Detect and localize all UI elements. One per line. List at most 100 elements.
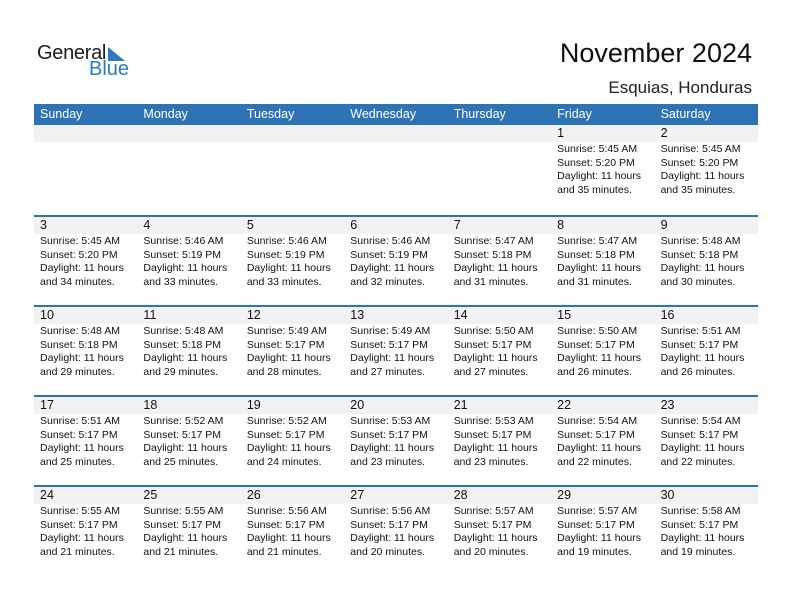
sunset-text: Sunset: 5:17 PM bbox=[660, 518, 739, 531]
daylight-text: Daylight: 11 hours bbox=[660, 352, 745, 365]
sunset-text: Sunset: 5:17 PM bbox=[350, 518, 428, 531]
sunrise-text: Sunrise: 5:52 AM bbox=[143, 415, 224, 427]
day-cell: 22 Sunrise: 5:54 AM Sunset: 5:17 PM Dayligh… bbox=[551, 397, 655, 485]
day-info: Sunrise: 5:48 AM Sunset: 5:18 PM Daylight:… bbox=[137, 324, 240, 379]
day-number: 4 bbox=[137, 217, 241, 234]
daylight-minutes-text: and 26 minutes. bbox=[557, 365, 632, 378]
day-info: Sunrise: 5:48 AM Sunset: 5:18 PM Daylight:… bbox=[34, 324, 137, 379]
day-info: Sunrise: 5:51 AM Sunset: 5:17 PM Daylight:… bbox=[34, 414, 137, 469]
day-number: 1 bbox=[551, 125, 655, 142]
daylight-minutes-text: and 25 minutes. bbox=[143, 455, 219, 468]
empty-day-band bbox=[344, 125, 448, 142]
day-info: Sunrise: 5:46 AM Sunset: 5:19 PM Daylight:… bbox=[344, 234, 447, 289]
sunset-text: Sunset: 5:17 PM bbox=[453, 518, 532, 531]
daylight-text: Daylight: 11 hours bbox=[453, 262, 538, 275]
sunset-text: Sunset: 5:17 PM bbox=[557, 518, 635, 531]
sunset-text: Sunset: 5:17 PM bbox=[350, 428, 428, 441]
day-cell: 4 Sunrise: 5:46 AM Sunset: 5:19 PM Daylight… bbox=[137, 217, 241, 305]
sunrise-text: Sunrise: 5:51 AM bbox=[40, 415, 120, 427]
sunset-text: Sunset: 5:17 PM bbox=[453, 428, 532, 441]
day-info: Sunrise: 5:50 AM Sunset: 5:17 PM Daylight:… bbox=[551, 324, 654, 379]
day-info: Sunrise: 5:53 AM Sunset: 5:17 PM Daylight:… bbox=[448, 414, 551, 469]
day-cell: 11 Sunrise: 5:48 AM Sunset: 5:18 PM Dayligh… bbox=[137, 307, 241, 395]
sunset-text: Sunset: 5:17 PM bbox=[557, 428, 635, 441]
calendar-grid: Sunday Monday Tuesday Wednesday Thursday Frid… bbox=[34, 104, 758, 575]
sunset-text: Sunset: 5:18 PM bbox=[557, 248, 635, 261]
empty-day-band bbox=[34, 125, 138, 142]
day-number: 17 bbox=[34, 397, 138, 414]
day-info: Sunrise: 5:56 AM Sunset: 5:17 PM Daylight:… bbox=[344, 504, 447, 559]
day-info: Sunrise: 5:54 AM Sunset: 5:17 PM Daylight:… bbox=[551, 414, 654, 469]
daylight-minutes-text: and 21 minutes. bbox=[40, 545, 115, 558]
daylight-text: Daylight: 11 hours bbox=[453, 532, 538, 545]
day-number: 16 bbox=[654, 307, 758, 324]
daylight-minutes-text: and 22 minutes. bbox=[660, 455, 736, 468]
sunset-text: Sunset: 5:19 PM bbox=[143, 248, 222, 261]
sunrise-text: Sunrise: 5:53 AM bbox=[453, 415, 534, 427]
sunset-text: Sunset: 5:17 PM bbox=[143, 428, 222, 441]
sunrise-text: Sunrise: 5:57 AM bbox=[453, 505, 534, 517]
daylight-text: Daylight: 11 hours bbox=[40, 352, 124, 365]
daylight-text: Daylight: 11 hours bbox=[557, 262, 641, 275]
sunrise-text: Sunrise: 5:47 AM bbox=[557, 235, 638, 247]
day-cell: 14 Sunrise: 5:50 AM Sunset: 5:17 PM Dayligh… bbox=[447, 307, 552, 395]
daylight-minutes-text: and 26 minutes. bbox=[660, 365, 736, 378]
day-info: Sunrise: 5:46 AM Sunset: 5:19 PM Daylight:… bbox=[241, 234, 344, 289]
sunrise-text: Sunrise: 5:46 AM bbox=[246, 235, 327, 247]
day-number: 11 bbox=[137, 307, 241, 324]
day-info: Sunrise: 5:55 AM Sunset: 5:17 PM Daylight:… bbox=[137, 504, 240, 559]
daylight-minutes-text: and 35 minutes. bbox=[660, 183, 736, 196]
week-row: 17 Sunrise: 5:51 AM Sunset: 5:17 PM Dayligh… bbox=[34, 395, 758, 485]
daylight-text: Daylight: 11 hours bbox=[557, 532, 641, 545]
week-row: 3 Sunrise: 5:45 AM Sunset: 5:20 PM Daylight… bbox=[34, 215, 758, 305]
weekday-header-monday: Monday bbox=[143, 107, 188, 121]
daylight-minutes-text: and 20 minutes. bbox=[453, 545, 529, 558]
daylight-text: Daylight: 11 hours bbox=[453, 442, 538, 455]
day-number: 25 bbox=[137, 487, 241, 504]
day-info: Sunrise: 5:50 AM Sunset: 5:17 PM Daylight:… bbox=[448, 324, 551, 379]
daylight-text: Daylight: 11 hours bbox=[143, 352, 228, 365]
day-info: Sunrise: 5:49 AM Sunset: 5:17 PM Daylight:… bbox=[344, 324, 447, 379]
day-info: Sunrise: 5:49 AM Sunset: 5:17 PM Daylight:… bbox=[241, 324, 344, 379]
day-info: Sunrise: 5:51 AM Sunset: 5:17 PM Daylight:… bbox=[655, 324, 758, 379]
daylight-minutes-text: and 23 minutes. bbox=[453, 455, 529, 468]
day-number: 21 bbox=[447, 397, 552, 414]
sunset-text: Sunset: 5:19 PM bbox=[350, 248, 428, 261]
daylight-minutes-text: and 28 minutes. bbox=[246, 365, 322, 378]
week-row: 24 Sunrise: 5:55 AM Sunset: 5:17 PM Dayligh… bbox=[34, 485, 758, 575]
sunrise-text: Sunrise: 5:46 AM bbox=[143, 235, 224, 247]
daylight-text: Daylight: 11 hours bbox=[246, 532, 331, 545]
sunset-text: Sunset: 5:17 PM bbox=[40, 428, 118, 441]
daylight-text: Daylight: 11 hours bbox=[350, 262, 435, 275]
daylight-minutes-text: and 27 minutes. bbox=[453, 365, 529, 378]
day-number: 30 bbox=[654, 487, 758, 504]
daylight-minutes-text: and 29 minutes. bbox=[143, 365, 219, 378]
sunrise-text: Sunrise: 5:55 AM bbox=[143, 505, 224, 517]
sunrise-text: Sunrise: 5:48 AM bbox=[143, 325, 224, 337]
sunrise-text: Sunrise: 5:49 AM bbox=[350, 325, 431, 337]
day-number: 22 bbox=[551, 397, 655, 414]
weekday-header-row: Sunday Monday Tuesday Wednesday Thursday Frid… bbox=[34, 104, 758, 125]
day-cell: 27 Sunrise: 5:56 AM Sunset: 5:17 PM Dayligh… bbox=[344, 487, 448, 575]
daylight-minutes-text: and 21 minutes. bbox=[246, 545, 322, 558]
sunrise-text: Sunrise: 5:50 AM bbox=[453, 325, 534, 337]
day-number: 14 bbox=[447, 307, 552, 324]
day-number: 27 bbox=[344, 487, 448, 504]
day-cell: 30 Sunrise: 5:58 AM Sunset: 5:17 PM Dayligh… bbox=[654, 487, 758, 575]
day-number: 8 bbox=[551, 217, 655, 234]
location-subtitle: Esquias, Honduras bbox=[608, 78, 752, 97]
sunrise-text: Sunrise: 5:58 AM bbox=[660, 505, 741, 517]
day-cell: 24 Sunrise: 5:55 AM Sunset: 5:17 PM Dayligh… bbox=[34, 487, 138, 575]
day-number: 19 bbox=[240, 397, 345, 414]
daylight-text: Daylight: 11 hours bbox=[557, 170, 641, 183]
calendar-weeks: 1 Sunrise: 5:45 AM Sunset: 5:20 PM Daylight… bbox=[34, 125, 758, 575]
day-cell: 16 Sunrise: 5:51 AM Sunset: 5:17 PM Dayligh… bbox=[654, 307, 758, 395]
day-cell: 3 Sunrise: 5:45 AM Sunset: 5:20 PM Daylight… bbox=[34, 217, 138, 305]
sunrise-text: Sunrise: 5:47 AM bbox=[453, 235, 534, 247]
day-info: Sunrise: 5:58 AM Sunset: 5:17 PM Daylight:… bbox=[655, 504, 758, 559]
daylight-minutes-text: and 32 minutes. bbox=[350, 275, 425, 288]
sunset-text: Sunset: 5:18 PM bbox=[143, 338, 222, 351]
sunrise-text: Sunrise: 5:52 AM bbox=[246, 415, 327, 427]
sunrise-text: Sunrise: 5:57 AM bbox=[557, 505, 638, 517]
sunset-text: Sunset: 5:17 PM bbox=[557, 338, 635, 351]
